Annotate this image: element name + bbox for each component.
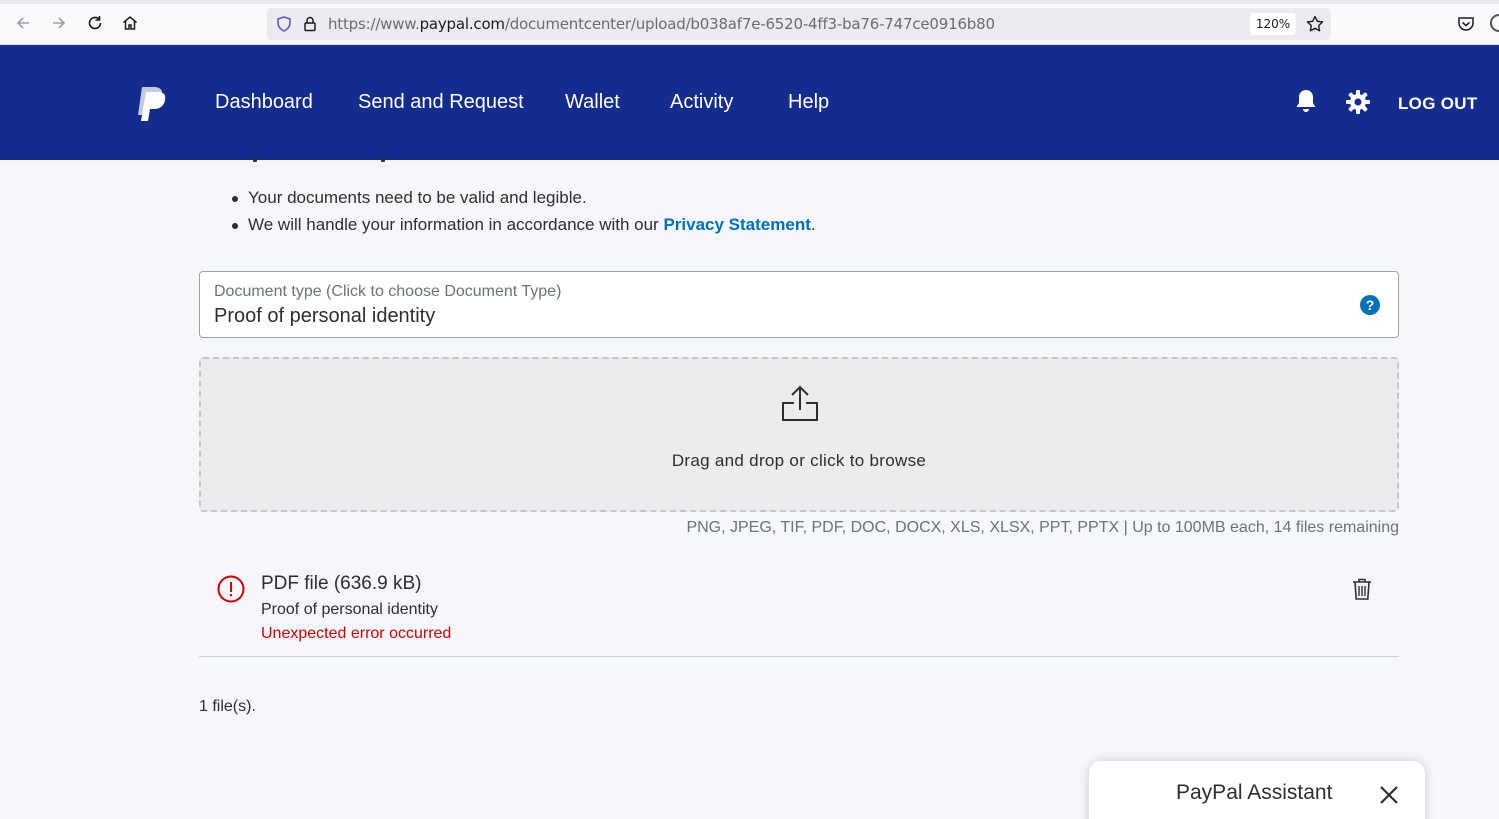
uploaded-file-row: PDF file (636.9 kB) Proof of personal id…: [199, 560, 1399, 657]
url-path: /documentcenter/upload/b038af7e-6520-4ff…: [504, 15, 995, 33]
upload-icon: [782, 385, 818, 421]
accepted-formats: PNG, JPEG, TIF, PDF, DOC, DOCX, XLS, XLS…: [686, 519, 1399, 536]
lock-icon[interactable]: [301, 15, 319, 33]
file-name: PDF file (636.9 kB): [261, 573, 422, 594]
nav-activity[interactable]: Activity: [670, 91, 733, 114]
error-alert-icon: [217, 575, 245, 603]
requirements-list: Your documents need to be valid and legi…: [230, 184, 816, 238]
document-type-select[interactable]: Document type (Click to choose Document …: [199, 271, 1399, 338]
forward-icon[interactable]: [48, 12, 70, 34]
nav-send-and-request[interactable]: Send and Request: [358, 91, 524, 114]
nav-dashboard[interactable]: Dashboard: [215, 91, 313, 114]
trash-icon[interactable]: [1351, 577, 1373, 601]
paypal-logo-icon[interactable]: [135, 85, 167, 123]
url-bar[interactable]: https://www.paypal.com/documentcenter/up…: [267, 8, 1331, 40]
home-icon[interactable]: [119, 12, 141, 34]
requirement-item: We will handle your information in accor…: [230, 211, 816, 238]
requirement-text: Your documents need to be valid and legi…: [248, 188, 587, 207]
star-icon[interactable]: [1305, 14, 1325, 34]
url-text[interactable]: https://www.paypal.com/documentcenter/up…: [328, 15, 995, 33]
notification-bell-icon[interactable]: [1294, 88, 1318, 114]
zoom-level[interactable]: 120%: [1250, 13, 1296, 35]
paypal-header: Dashboard Send and Request Wallet Activi…: [0, 45, 1499, 160]
document-type-value: Proof of personal identity: [214, 305, 436, 327]
requirement-text: We will handle your information in accor…: [248, 215, 664, 234]
reload-icon[interactable]: [84, 12, 106, 34]
nav-help[interactable]: Help: [788, 91, 829, 114]
scrolled-text-fragment: [233, 158, 393, 164]
assistant-title: PayPal Assistant: [1176, 781, 1333, 804]
pocket-icon[interactable]: [1456, 14, 1476, 34]
file-document-type: Proof of personal identity: [261, 601, 438, 618]
back-icon[interactable]: [12, 12, 34, 34]
dropzone-text: Drag and drop or click to browse: [671, 451, 927, 470]
tab-strip-edge: [0, 0, 1499, 4]
logout-button[interactable]: LOG OUT: [1398, 94, 1478, 114]
nav-wallet[interactable]: Wallet: [565, 91, 620, 114]
shield-icon[interactable]: [275, 15, 293, 33]
close-icon[interactable]: [1379, 785, 1399, 805]
account-icon[interactable]: [1490, 14, 1499, 32]
file-count: 1 file(s).: [199, 698, 256, 715]
file-dropzone[interactable]: Drag and drop or click to browse: [199, 357, 1399, 512]
url-domain: paypal.com: [419, 15, 505, 33]
help-icon[interactable]: ?: [1360, 295, 1380, 315]
url-prefix: https://www.: [328, 15, 420, 33]
requirement-item: Your documents need to be valid and legi…: [230, 184, 816, 211]
requirement-suffix: .: [810, 215, 816, 234]
paypal-assistant-panel[interactable]: PayPal Assistant: [1089, 761, 1425, 819]
settings-gear-icon[interactable]: [1345, 89, 1371, 115]
file-error-message: Unexpected error occurred: [261, 625, 452, 642]
browser-toolbar: https://www.paypal.com/documentcenter/up…: [0, 0, 1499, 45]
document-type-label: Document type (Click to choose Document …: [214, 283, 562, 300]
privacy-statement-link[interactable]: Privacy Statement: [663, 215, 810, 234]
